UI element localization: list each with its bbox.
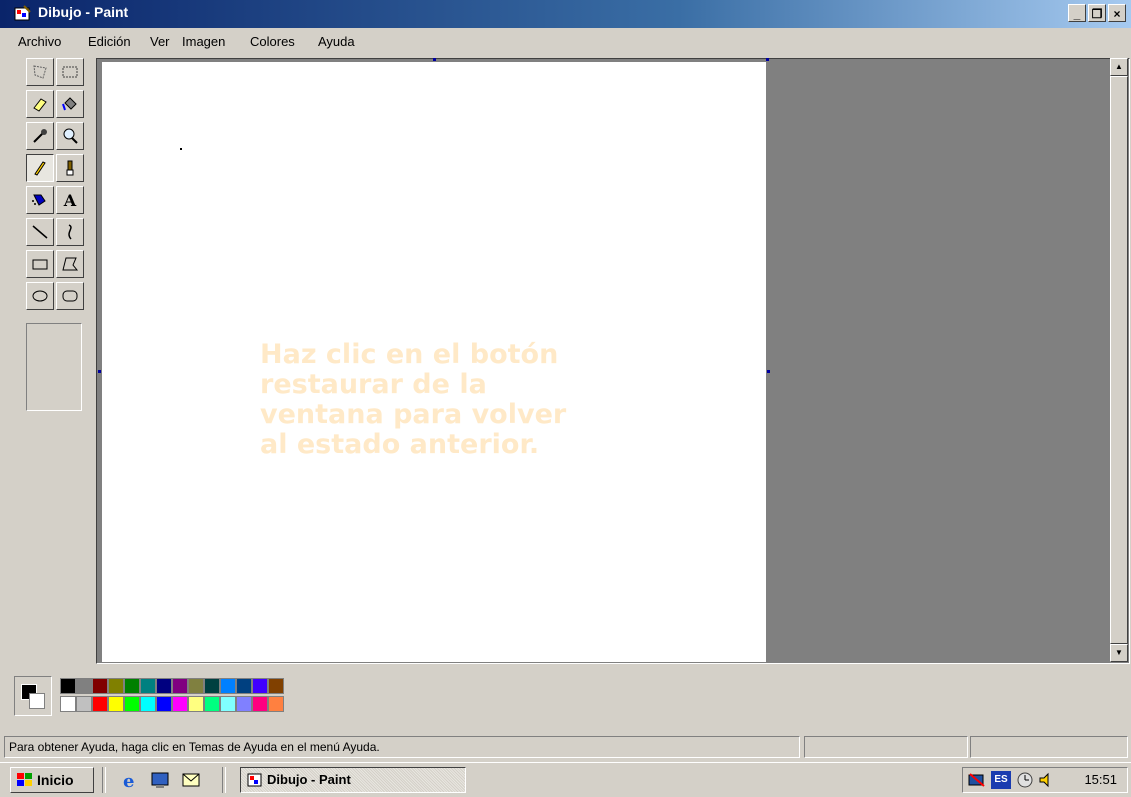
scroll-up-icon[interactable]: ▲ (1110, 58, 1128, 76)
color-swatch[interactable] (140, 678, 156, 694)
color-swatch[interactable] (156, 678, 172, 694)
system-tray: ES 15:51 (962, 767, 1128, 793)
scrollbar-thumb[interactable] (1110, 76, 1128, 644)
color-swatch[interactable] (108, 696, 124, 712)
minimize-button[interactable]: _ (1068, 4, 1086, 22)
color-swatch[interactable] (204, 696, 220, 712)
color-palette (14, 676, 374, 720)
color-swatch[interactable] (140, 696, 156, 712)
color-swatch[interactable] (76, 678, 92, 694)
color-swatch[interactable] (236, 678, 252, 694)
color-swatch[interactable] (124, 678, 140, 694)
color-swatch[interactable] (92, 678, 108, 694)
pencil-icon[interactable] (26, 154, 54, 182)
ellipse-icon[interactable] (26, 282, 54, 310)
taskbar-separator (102, 767, 106, 793)
canvas-pixel (180, 148, 182, 150)
rounded-rect-icon[interactable] (56, 282, 84, 310)
status-coordinates (804, 736, 968, 758)
color-swatch[interactable] (60, 696, 76, 712)
svg-text:e: e (123, 771, 134, 791)
internet-explorer-icon[interactable]: e (120, 769, 142, 791)
eraser-icon[interactable] (26, 90, 54, 118)
menu-edicion[interactable]: Edición (88, 34, 131, 49)
clock[interactable]: 15:51 (1084, 772, 1117, 787)
color-swatch[interactable] (172, 678, 188, 694)
color-swatch[interactable] (124, 696, 140, 712)
color-swatch[interactable] (268, 678, 284, 694)
background-color (29, 693, 45, 709)
show-desktop-icon[interactable] (150, 769, 172, 791)
menu-ayuda[interactable]: Ayuda (318, 34, 355, 49)
resize-handle-right[interactable] (767, 370, 770, 373)
polygon-icon[interactable] (56, 250, 84, 278)
status-bar: Para obtener Ayuda, haga clic en Temas d… (0, 734, 1131, 760)
rect-select-icon[interactable] (56, 58, 84, 86)
color-swatch[interactable] (172, 696, 188, 712)
status-size (970, 736, 1128, 758)
rectangle-icon[interactable] (26, 250, 54, 278)
current-colors (14, 676, 52, 716)
network-icon[interactable] (967, 771, 987, 789)
volume-icon[interactable] (1037, 771, 1055, 789)
scroll-down-icon[interactable]: ▼ (1110, 644, 1128, 662)
start-button[interactable]: Inicio (10, 767, 94, 793)
language-indicator[interactable]: ES (991, 771, 1011, 789)
taskbar: Inicio e Dibujo - Paint ES 15:51 (0, 762, 1131, 797)
color-swatch[interactable] (236, 696, 252, 712)
windows-logo-icon (17, 773, 32, 786)
toolbox: A (22, 58, 92, 320)
taskbar-paint-button[interactable]: Dibujo - Paint (240, 767, 466, 793)
scheduler-icon[interactable] (1015, 771, 1035, 789)
color-swatch[interactable] (220, 696, 236, 712)
paint-bucket-icon[interactable] (56, 90, 84, 118)
paint-app-icon[interactable] (14, 5, 32, 23)
resize-handle-left (98, 370, 101, 373)
color-swatch[interactable] (268, 696, 284, 712)
color-swatch[interactable] (188, 678, 204, 694)
color-swatch[interactable] (220, 678, 236, 694)
menu-bar: Archivo Edición Ver Imagen Colores Ayuda (0, 30, 1131, 54)
restore-button[interactable]: ❐ (1088, 4, 1106, 22)
free-select-icon[interactable] (26, 58, 54, 86)
menu-imagen[interactable]: Imagen (182, 34, 225, 49)
color-swatch[interactable] (204, 678, 220, 694)
line-icon[interactable] (26, 218, 54, 246)
menu-colores[interactable]: Colores (250, 34, 295, 49)
status-help-text: Para obtener Ayuda, haga clic en Temas d… (4, 736, 800, 758)
text-icon[interactable]: A (56, 186, 84, 214)
color-swatch[interactable] (60, 678, 76, 694)
color-swatch[interactable] (76, 696, 92, 712)
eyedropper-icon[interactable] (26, 122, 54, 150)
taskbar-paint-label: Dibujo - Paint (267, 772, 351, 787)
resize-handle-top (433, 58, 436, 61)
tool-options-box[interactable] (26, 323, 82, 411)
close-button[interactable]: × (1108, 4, 1126, 22)
color-swatch[interactable] (156, 696, 172, 712)
outlook-express-icon[interactable] (180, 769, 202, 791)
color-swatch[interactable] (188, 696, 204, 712)
window-title: Dibujo - Paint (38, 4, 129, 20)
vertical-scrollbar[interactable]: ▲ ▼ (1110, 58, 1128, 662)
menu-archivo[interactable]: Archivo (18, 34, 61, 49)
paint-app-icon (247, 773, 262, 787)
brush-icon[interactable] (56, 154, 84, 182)
color-swatch[interactable] (92, 696, 108, 712)
resize-handle-top-right (766, 58, 769, 61)
menu-ver[interactable]: Ver (150, 34, 170, 49)
curve-icon[interactable] (56, 218, 84, 246)
magnifier-icon[interactable] (56, 122, 84, 150)
color-swatch[interactable] (108, 678, 124, 694)
airbrush-icon[interactable] (26, 186, 54, 214)
taskbar-separator (222, 767, 226, 793)
tutorial-caption: Haz clic en el botón restaurar de la ven… (260, 339, 567, 460)
color-swatch[interactable] (252, 696, 268, 712)
title-bar[interactable]: Dibujo - Paint _ ❐ × (0, 0, 1131, 28)
start-label: Inicio (37, 772, 74, 788)
color-swatch[interactable] (252, 678, 268, 694)
